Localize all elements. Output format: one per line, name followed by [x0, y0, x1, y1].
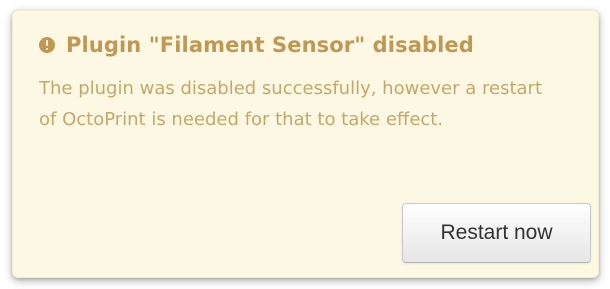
exclamation-circle-icon	[39, 37, 55, 53]
notification-message: The plugin was disabled successfully, ho…	[39, 78, 542, 130]
plugin-disabled-notification: Plugin "Filament Sensor" disabled The pl…	[12, 10, 599, 278]
page: Plugin "Filament Sensor" disabled The pl…	[0, 0, 610, 289]
notification-header: Plugin "Filament Sensor" disabled	[39, 33, 474, 57]
restart-now-button[interactable]: Restart now	[402, 203, 591, 263]
notification-title: Plugin "Filament Sensor" disabled	[66, 33, 474, 57]
